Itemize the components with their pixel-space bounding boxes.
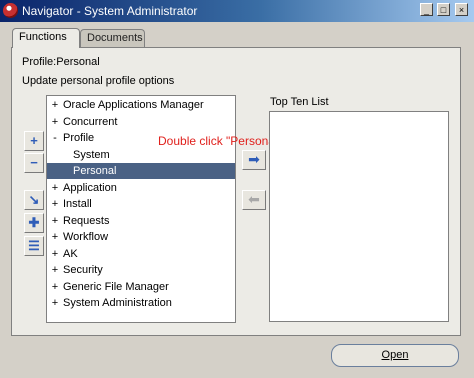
tree-item[interactable]: + AK [47,246,235,262]
minimize-button[interactable]: _ [420,3,433,16]
arrow-left-icon: ⬅ [248,191,260,207]
collapse-all-button[interactable]: ☰ [24,236,44,256]
plus-icon: + [30,133,38,148]
minus-icon: − [30,155,38,170]
expand-node-icon[interactable]: + [50,213,60,229]
tab-functions[interactable]: Functions [12,28,80,48]
tree-item-label: Security [63,264,103,276]
expand-node-icon[interactable]: + [50,114,60,130]
expand-node-icon[interactable]: + [50,229,60,245]
tree-item-label: Application [63,181,117,194]
top-ten-label: Top Ten List [270,96,329,108]
expand-node-icon[interactable]: + [50,180,60,196]
expand-node-icon[interactable]: + [50,295,60,311]
expand-button[interactable]: + [24,131,44,151]
tree-item[interactable]: + Concurrent [47,114,235,130]
collapse-all-icon: ☰ [28,238,40,253]
oracle-app-icon [3,3,18,18]
instruction-annotation: Double click "Personal"| [158,134,286,148]
tree-item-label: Personal [73,165,117,177]
tree-item-label: Install [63,198,92,210]
add-to-top-ten-button[interactable]: ➡ [242,150,266,170]
tree-item[interactable]: + Install [47,196,235,212]
tree-item-label: AK [63,247,78,260]
expand-node-icon[interactable]: + [50,246,60,262]
profile-label: Profile:Personal [22,56,100,68]
expand-branch-button[interactable]: ↘ [24,190,44,210]
tree-item-label: Requests [63,214,110,227]
function-tree[interactable]: + Oracle Applications Manager + Concurrent -… [46,95,236,323]
title-bar: Navigator - System Administrator _ □ × [0,0,474,22]
expand-all-button[interactable]: ✚ [24,213,44,233]
tree-item-label: Oracle Applications Manager [63,99,204,111]
tab-documents-label: Documents [87,32,143,44]
collapse-button[interactable]: − [24,153,44,173]
tab-documents[interactable]: Documents [80,29,145,47]
top-ten-list[interactable] [269,111,449,322]
tab-functions-label: Functions [19,31,67,43]
tree-item-label: System Administration [63,297,172,309]
tree-item[interactable]: + Generic File Manager [47,279,235,295]
expand-all-icon: ✚ [28,215,40,230]
remove-from-top-ten-button[interactable]: ⬅ [242,190,266,210]
open-button-label: Open [381,349,409,361]
update-description: Update personal profile options [22,75,175,87]
tree-item-label: Profile [63,132,95,144]
close-button[interactable]: × [455,3,468,16]
tree-item[interactable]: + System Administration [47,295,235,311]
maximize-button[interactable]: □ [437,3,450,16]
window-title: Navigator - System Administrator [22,4,198,18]
collapse-node-icon[interactable]: - [50,130,60,146]
expand-node-icon[interactable]: + [50,279,60,295]
tree-item[interactable]: System [47,147,235,163]
tree-item[interactable]: + Requests [47,213,235,229]
tree-item-label: Concurrent [63,115,118,128]
expand-branch-icon: ↘ [28,192,40,207]
tree-item[interactable]: + Workflow [47,229,235,245]
tree-item-label: Workflow [63,231,109,243]
open-button[interactable]: Open [331,344,459,367]
tree-item[interactable]: Personal [47,163,235,179]
expand-node-icon[interactable]: + [50,262,60,278]
tree-item-label: System [73,148,110,161]
tree-item[interactable]: + Oracle Applications Manager [47,97,235,113]
expand-node-icon[interactable]: + [50,97,60,113]
tree-item[interactable]: + Security [47,262,235,278]
tree-item[interactable]: + Application [47,180,235,196]
arrow-right-icon: ➡ [248,151,260,167]
tree-item-label: Generic File Manager [63,280,169,293]
expand-node-icon[interactable]: + [50,196,60,212]
